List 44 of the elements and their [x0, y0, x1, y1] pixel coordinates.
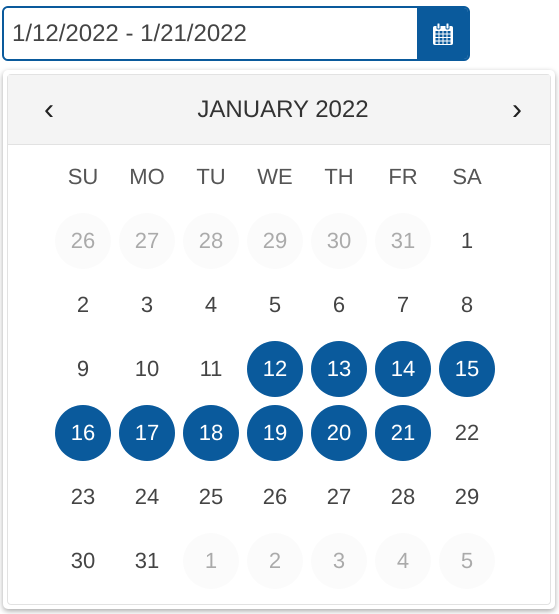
previous-month-button[interactable]: ‹: [38, 94, 60, 124]
weekday-label: FR: [387, 163, 419, 191]
selected-day[interactable]: 17: [119, 405, 175, 461]
calendar-day[interactable]: 31: [119, 533, 175, 589]
calendar-day[interactable]: 7: [375, 277, 431, 333]
calendar-day[interactable]: 25: [183, 469, 239, 525]
calendar-button[interactable]: [417, 8, 468, 59]
calendar-day[interactable]: 11: [183, 341, 239, 397]
calendar-day[interactable]: 2: [55, 277, 111, 333]
calendar-day[interactable]: 5: [247, 277, 303, 333]
calendar-day[interactable]: 10: [119, 341, 175, 397]
calendar-day[interactable]: 4: [183, 277, 239, 333]
selected-day[interactable]: 16: [55, 405, 111, 461]
date-range-field[interactable]: 1/12/2022 - 1/21/2022: [2, 6, 470, 61]
weekday-label: SA: [451, 163, 483, 191]
selected-day[interactable]: 19: [247, 405, 303, 461]
selected-day[interactable]: 15: [439, 341, 495, 397]
selected-day[interactable]: 14: [375, 341, 431, 397]
weekday-label: TH: [323, 163, 355, 191]
calendar-day[interactable]: 28: [375, 469, 431, 525]
calendar-day[interactable]: 9: [55, 341, 111, 397]
calendar-day[interactable]: 30: [55, 533, 111, 589]
selected-day[interactable]: 20: [311, 405, 367, 461]
next-month-button[interactable]: ›: [506, 94, 528, 124]
calendar-day[interactable]: 27: [311, 469, 367, 525]
weekday-label: TU: [195, 163, 227, 191]
calendar-icon: [432, 22, 454, 46]
weekday-label: WE: [256, 163, 294, 191]
weekday-label: SU: [66, 163, 100, 191]
calendar-day[interactable]: 6: [311, 277, 367, 333]
calendar-day[interactable]: 8: [439, 277, 495, 333]
selected-day[interactable]: 21: [375, 405, 431, 461]
selected-day[interactable]: 18: [183, 405, 239, 461]
calendar-day[interactable]: 29: [439, 469, 495, 525]
calendar-day[interactable]: 26: [247, 469, 303, 525]
calendar-day[interactable]: 1: [439, 213, 495, 269]
calendar-day[interactable]: 22: [439, 405, 495, 461]
calendar-day[interactable]: 3: [119, 277, 175, 333]
selected-day[interactable]: 12: [247, 341, 303, 397]
month-title: JANUARY 2022: [197, 96, 369, 124]
calendar-day[interactable]: 24: [119, 469, 175, 525]
weekday-label: MO: [128, 163, 166, 191]
calendar-day[interactable]: 23: [55, 469, 111, 525]
selected-day[interactable]: 13: [311, 341, 367, 397]
